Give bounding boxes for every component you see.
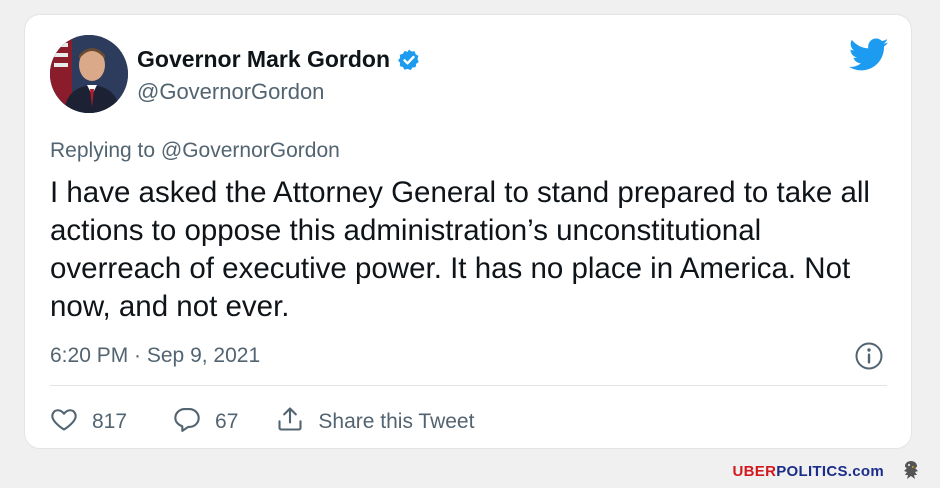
verified-badge-icon	[397, 48, 421, 72]
tweet-text: I have asked the Attorney General to sta…	[50, 176, 870, 323]
reply-icon	[173, 405, 201, 439]
watermark-part2: POLITICS	[776, 463, 848, 480]
share-button[interactable]: Share this Tweet	[276, 405, 474, 439]
share-label: Share this Tweet	[318, 410, 475, 433]
avatar[interactable]	[50, 35, 128, 113]
tweet-card: Governor Mark Gordon @GovernorGordon Rep…	[24, 14, 912, 449]
replying-to[interactable]: Replying to @GovernorGordon	[50, 139, 340, 163]
watermark[interactable]: UBERPOLITICS.com	[733, 463, 885, 480]
info-icon[interactable]	[854, 341, 884, 371]
divider	[50, 385, 887, 386]
tweet-timestamp[interactable]: 6:20 PM · Sep 9, 2021	[50, 344, 260, 368]
eagle-logo	[898, 459, 924, 483]
twitter-bird-icon[interactable]	[848, 38, 889, 72]
author-handle[interactable]: @GovernorGordon	[137, 79, 324, 105]
tweet-actions: 817 67 Share this Tweet	[50, 405, 474, 439]
reply-button[interactable]: 67	[173, 405, 238, 439]
like-count: 817	[92, 410, 128, 433]
author-name[interactable]: Governor Mark Gordon	[137, 46, 390, 73]
like-button[interactable]: 817	[50, 405, 127, 439]
heart-icon	[50, 405, 78, 439]
watermark-part1: UBER	[732, 463, 777, 480]
watermark-part3: .com	[847, 463, 884, 480]
share-icon	[276, 405, 304, 439]
author-name-row: Governor Mark Gordon	[137, 46, 421, 73]
reply-count: 67	[215, 410, 239, 433]
